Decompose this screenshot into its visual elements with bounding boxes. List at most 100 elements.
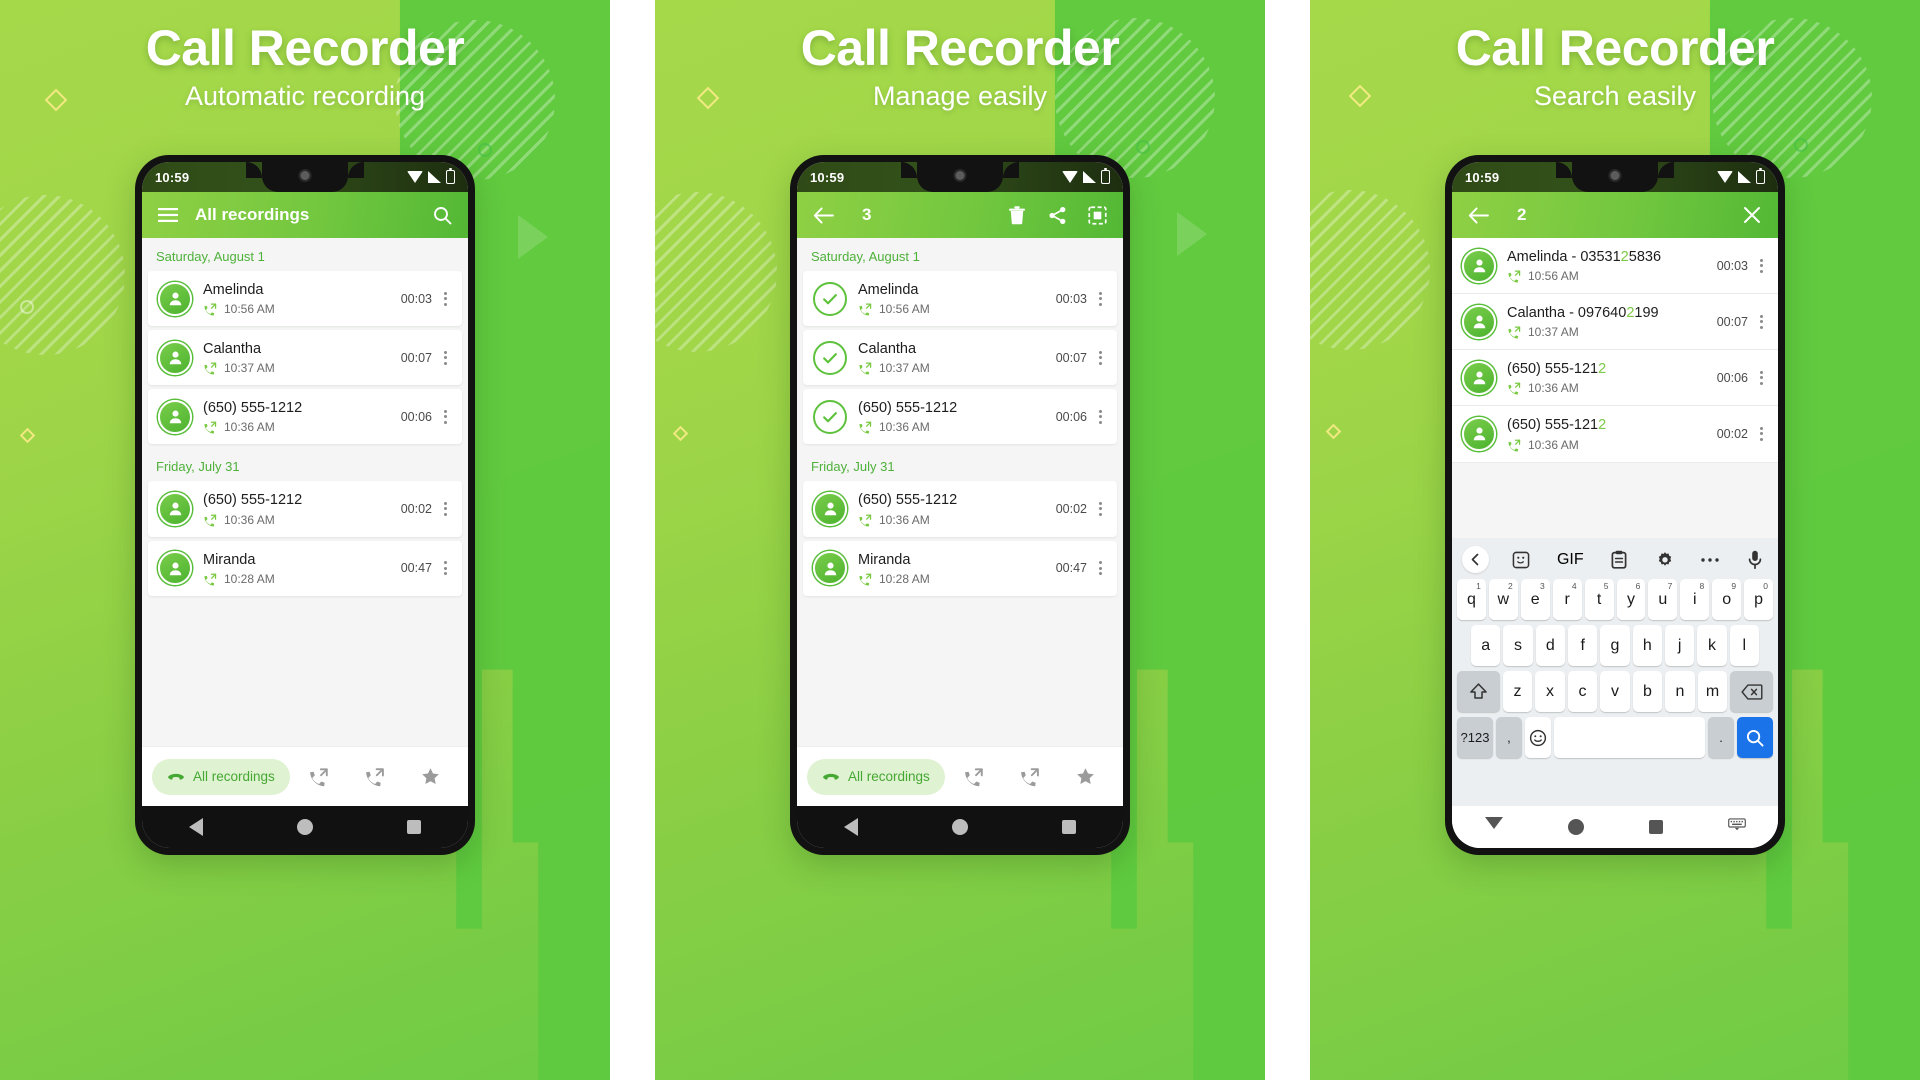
search-results-list[interactable]: Amelinda - 0353125836 10:56 AM 00:03 Cal… [1452,238,1778,538]
list-item[interactable]: Calantha - 0976402199 10:37 AM 00:07 [1452,294,1778,351]
list-item[interactable]: (650) 555-1212 10:36 AM 00:06 [1452,350,1778,407]
table-row[interactable]: Calantha 10:37 AM 00:07 [803,330,1117,386]
key-t[interactable]: 5t [1584,579,1614,620]
microphone-icon[interactable] [1742,547,1768,573]
close-icon[interactable] [1739,202,1765,228]
key-z[interactable]: z [1502,671,1533,712]
key-x[interactable]: x [1535,671,1565,712]
tab-all-recordings[interactable]: All recordings [807,758,945,795]
key-y[interactable]: 6y [1616,579,1646,620]
recordings-list[interactable]: Saturday, August 1 Amelinda 10:56 AM 00:… [142,238,468,746]
nav-home-icon[interactable] [952,819,968,835]
search-key-icon[interactable] [1736,717,1773,758]
overflow-menu-icon[interactable] [1752,367,1770,389]
key-g[interactable]: g [1600,625,1630,666]
nav-back-icon[interactable] [844,818,858,836]
selected-checkmark-icon[interactable] [813,281,847,316]
table-row[interactable]: (650) 555-1212 10:36 AM 00:02 [148,481,462,537]
overflow-menu-icon[interactable] [436,498,454,520]
key-l[interactable]: l [1729,625,1759,666]
key-e[interactable]: 3e [1520,579,1550,620]
list-item[interactable]: Amelinda - 0353125836 10:56 AM 00:03 [1452,238,1778,295]
clipboard-icon[interactable] [1606,547,1632,573]
gif-label[interactable]: GIF [1553,547,1587,573]
table-row[interactable]: Miranda 10:28 AM 00:47 [148,540,462,596]
overflow-menu-icon[interactable] [1752,423,1770,445]
more-icon[interactable] [1697,547,1723,573]
nav-back-icon[interactable] [189,818,203,836]
key-i[interactable]: 8i [1680,579,1710,620]
space-key[interactable] [1553,717,1706,758]
key-m[interactable]: m [1697,671,1728,712]
key-s[interactable]: s [1503,625,1533,666]
key-k[interactable]: k [1697,625,1727,666]
key-v[interactable]: v [1600,671,1630,712]
key-f[interactable]: f [1568,625,1598,666]
key-u[interactable]: 7u [1648,579,1678,620]
table-row[interactable]: Amelinda 10:56 AM 00:03 [803,271,1117,327]
recordings-list[interactable]: Saturday, August 1 Amelinda 10:56 AM 00:… [797,238,1123,746]
selected-checkmark-icon[interactable] [813,399,847,434]
table-row[interactable]: (650) 555-1212 10:36 AM 00:02 [803,481,1117,537]
hide-keyboard-icon[interactable] [1727,818,1746,836]
tab-all-recordings[interactable]: All recordings [152,758,290,795]
list-item[interactable]: (650) 555-1212 10:36 AM 00:02 [1452,406,1778,463]
overflow-menu-icon[interactable] [1091,288,1109,310]
key-q[interactable]: 1q [1456,579,1486,620]
overflow-menu-icon[interactable] [1091,347,1109,369]
tab-incoming[interactable] [947,766,1001,787]
overflow-menu-icon[interactable] [436,347,454,369]
symbols-key[interactable]: ?123 [1457,717,1493,758]
key-n[interactable]: n [1665,671,1695,712]
nav-back-icon[interactable] [1484,816,1503,838]
delete-icon[interactable] [1004,202,1030,228]
table-row[interactable]: (650) 555-1212 10:36 AM 00:06 [148,389,462,445]
key-j[interactable]: j [1664,625,1695,666]
key-p[interactable]: 0p [1744,579,1774,620]
hamburger-icon[interactable] [155,202,181,228]
selected-checkmark-icon[interactable] [813,340,847,375]
overflow-menu-icon[interactable] [1091,498,1109,520]
overflow-menu-icon[interactable] [1091,406,1109,428]
key-r[interactable]: 4r [1552,579,1582,620]
overflow-menu-icon[interactable] [1091,557,1109,579]
key-o[interactable]: 9o [1712,579,1742,620]
tab-outgoing[interactable] [1003,766,1057,787]
tab-outgoing[interactable] [348,766,402,787]
chevron-left-icon[interactable] [1462,546,1489,573]
nav-recents-icon[interactable] [1062,820,1076,834]
back-arrow-icon[interactable] [810,202,836,228]
table-row[interactable]: Amelinda 10:56 AM 00:03 [148,271,462,327]
key-d[interactable]: d [1535,625,1565,666]
table-row[interactable]: (650) 555-1212 10:36 AM 00:06 [803,389,1117,445]
nav-recents-icon[interactable] [407,820,421,834]
key-w[interactable]: 2w [1488,579,1518,620]
share-icon[interactable] [1044,202,1070,228]
key-b[interactable]: b [1632,671,1663,712]
sticker-icon[interactable] [1508,547,1534,573]
emoji-icon[interactable] [1524,717,1551,758]
gear-icon[interactable] [1652,547,1678,573]
key-c[interactable]: c [1567,671,1598,712]
backspace-icon[interactable] [1730,671,1774,712]
back-arrow-icon[interactable] [1465,202,1491,228]
table-row[interactable]: Miranda 10:28 AM 00:47 [803,540,1117,596]
tab-incoming[interactable] [292,766,346,787]
key-a[interactable]: a [1471,625,1501,666]
comma-key[interactable]: , [1496,717,1522,758]
overflow-menu-icon[interactable] [436,288,454,310]
period-key[interactable]: . [1708,717,1734,758]
overflow-menu-icon[interactable] [1752,311,1770,333]
key-h[interactable]: h [1632,625,1662,666]
shift-icon[interactable] [1456,671,1500,712]
overflow-menu-icon[interactable] [436,557,454,579]
overflow-menu-icon[interactable] [1752,255,1770,277]
nav-home-icon[interactable] [1567,819,1584,835]
nav-home-icon[interactable] [297,819,313,835]
search-icon[interactable] [429,202,455,228]
overflow-menu-icon[interactable] [436,406,454,428]
select-all-icon[interactable] [1084,202,1110,228]
tab-favourites[interactable] [404,766,458,787]
table-row[interactable]: Calantha 10:37 AM 00:07 [148,330,462,386]
search-input[interactable]: 2 [1517,205,1725,225]
